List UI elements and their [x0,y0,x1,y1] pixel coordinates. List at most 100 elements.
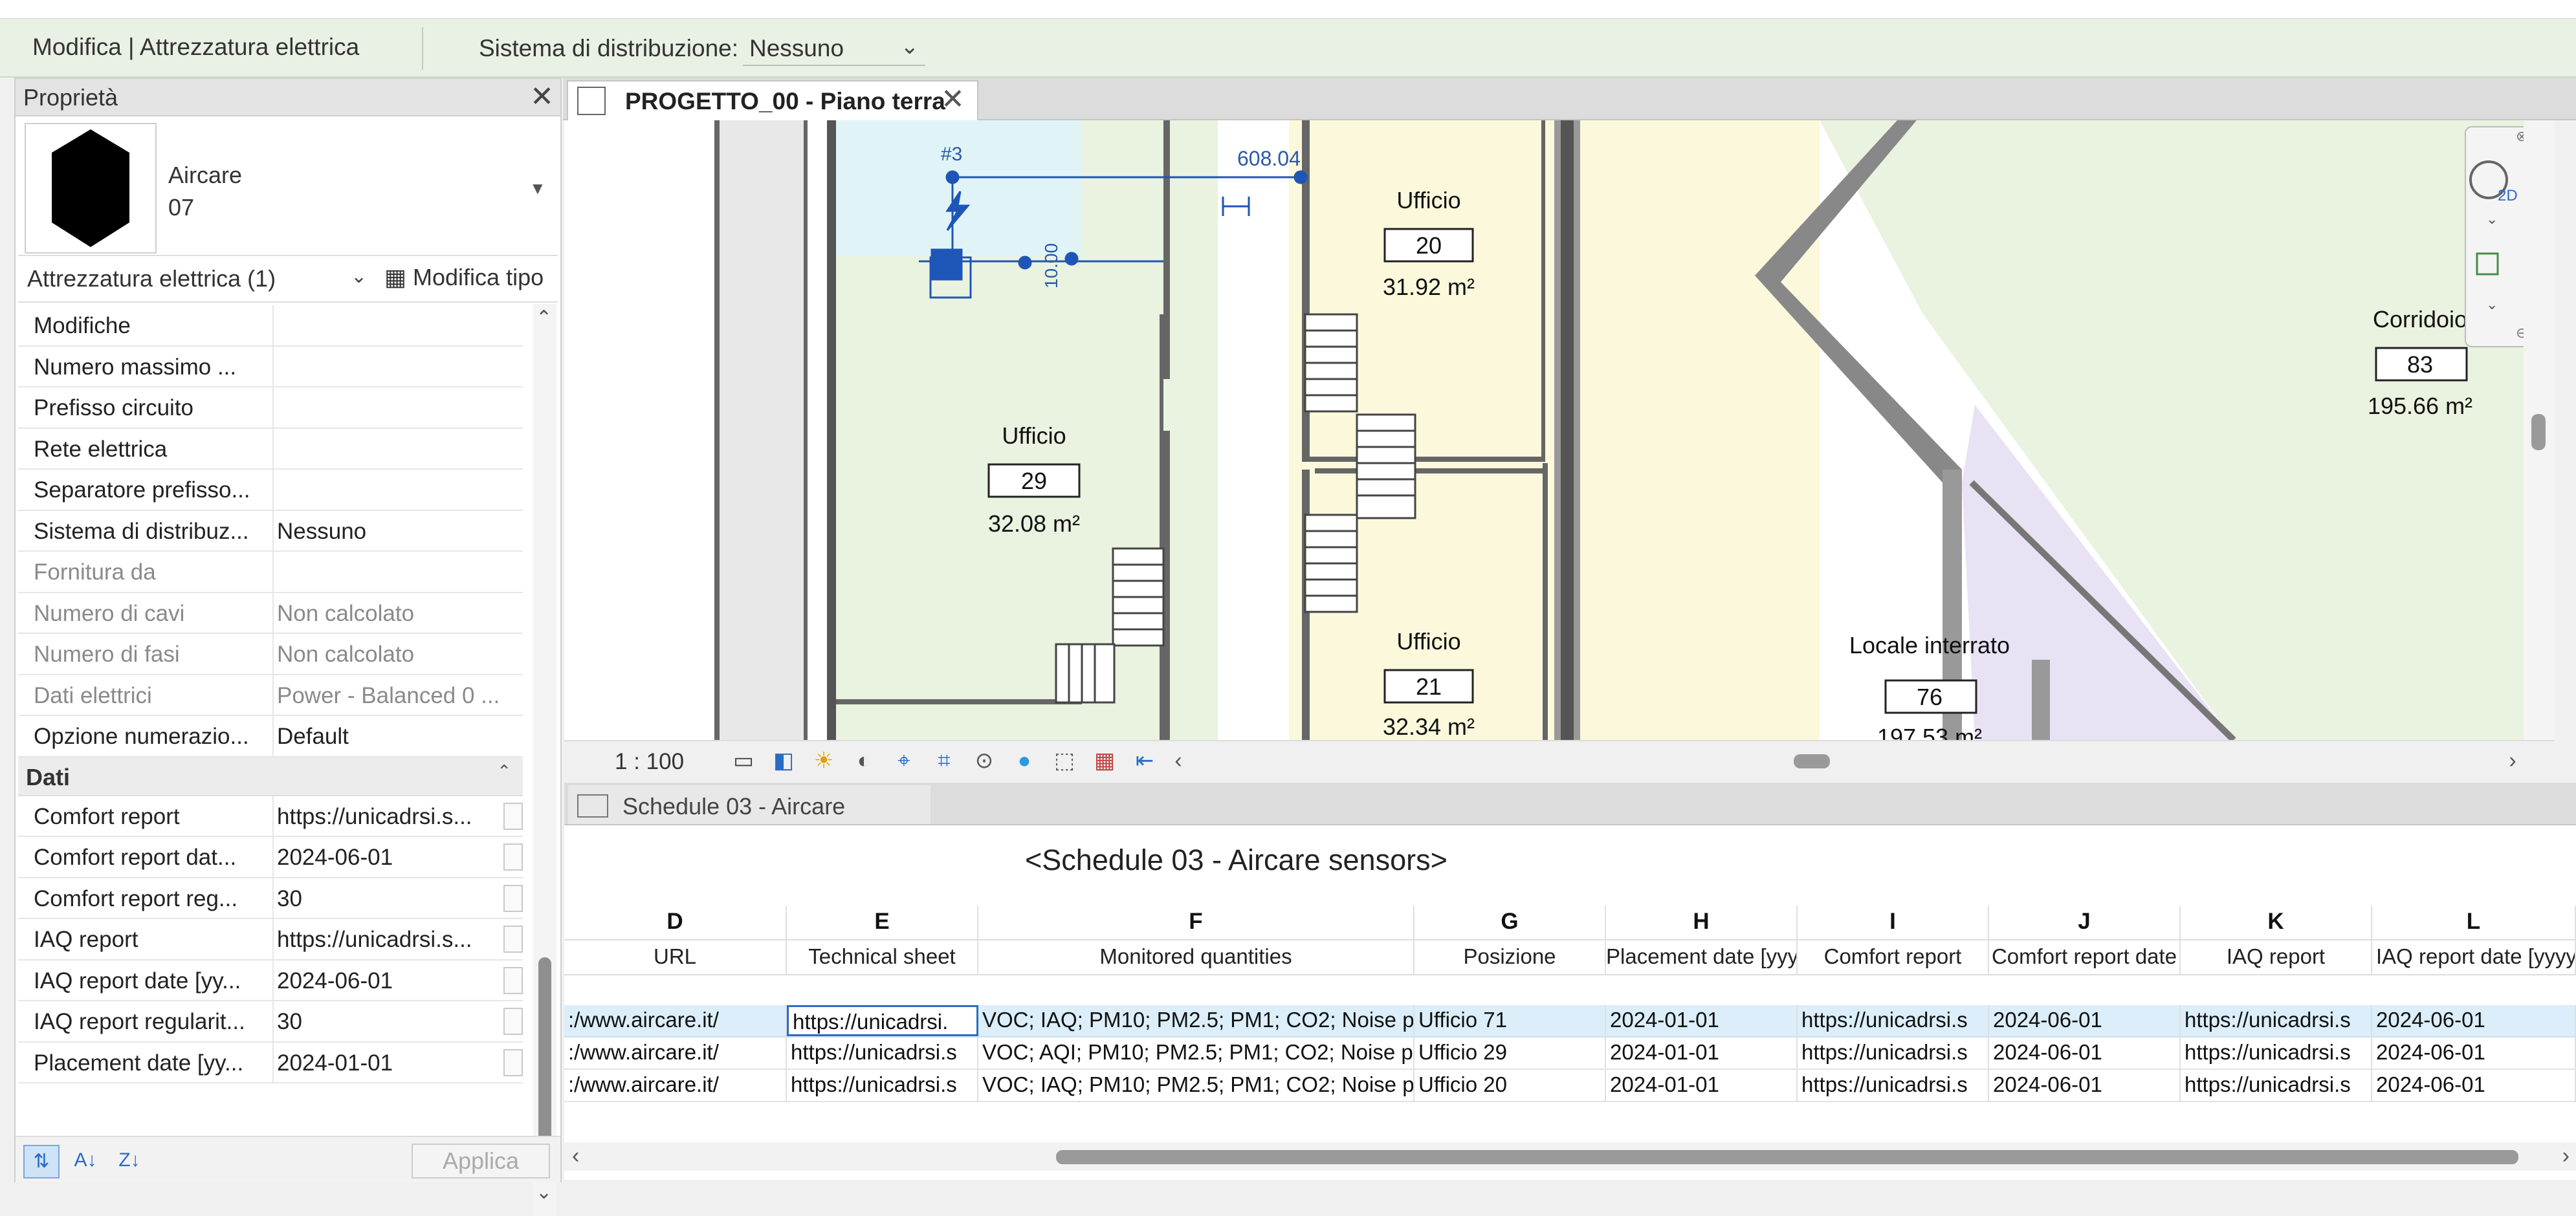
property-value[interactable]: Default [277,724,516,750]
property-row[interactable]: Opzione numerazio... Default [18,716,523,757]
table-cell[interactable]: Ufficio 71 [1415,1005,1606,1036]
sort-by-category-icon[interactable]: ⇅ [23,1145,60,1178]
column-letter[interactable]: F [978,906,1415,939]
section-dati[interactable]: Dati ⌃ [18,757,523,796]
table-cell-selected[interactable]: https://unicadrsi. [787,1005,978,1036]
column-header[interactable]: URL [564,940,787,974]
property-value[interactable]: 30 [277,886,497,912]
tab-floor-plan[interactable]: PROGETTO_00 - Piano terra ✕ [567,80,978,120]
view-scale[interactable]: 1 : 100 [615,749,684,775]
table-cell[interactable]: 2024-06-01 [2372,1005,2576,1036]
property-row[interactable]: Placement date [yy... 2024-01-01 [18,1042,523,1083]
property-value[interactable]: 2024-06-01 [277,968,497,994]
collapse-icon[interactable]: ⌃ [497,761,511,781]
schedule-horizontal-scrollbar[interactable]: ‹ › [564,1142,2576,1171]
table-cell[interactable]: https://unicadrsi.s [1798,1070,1989,1101]
sort-descending-icon[interactable]: Z↓ [113,1145,146,1176]
table-cell[interactable]: VOC; AQI; PM10; PM2.5; PM1; CO2; Noise p… [978,1037,1415,1069]
scroll-thumb[interactable] [1794,754,1830,768]
distribution-system-select[interactable]: Nessuno ⌄ [743,31,925,66]
close-icon[interactable]: ✕ [941,83,965,116]
property-row[interactable]: IAQ report https://unicadrsi.s... [18,919,523,961]
column-letter[interactable]: H [1606,906,1798,939]
table-cell[interactable]: Ufficio 29 [1415,1037,1606,1069]
column-header[interactable]: IAQ report date [yyyy [2372,940,2576,974]
chevron-down-icon[interactable]: ⌄ [351,265,367,288]
parameter-checkbox[interactable] [503,966,523,994]
table-cell[interactable]: Ufficio 20 [1415,1070,1606,1101]
column-letter[interactable]: G [1415,906,1606,939]
sun-path-icon[interactable]: ☀ [810,748,837,774]
table-row[interactable]: :/www.aircare.it/ https://unicadrsi.s VO… [564,1070,2576,1102]
table-cell[interactable]: https://unicadrsi.s [2181,1037,2372,1069]
property-row[interactable]: IAQ report date [yy... 2024-06-01 [18,960,523,1001]
column-letter[interactable]: K [2181,906,2372,939]
table-cell[interactable]: 2024-06-01 [2372,1037,2576,1069]
close-icon[interactable]: ✕ [530,80,554,113]
property-row[interactable]: Sistema di distribuz... Nessuno [18,510,523,552]
parameter-checkbox[interactable] [503,843,523,871]
properties-scrollbar[interactable]: ⌃ ⌄ [533,304,556,1216]
table-cell[interactable]: 2024-06-01 [1989,1005,2181,1036]
scroll-right-icon[interactable]: › [2562,1144,2570,1169]
parameter-checkbox[interactable] [503,926,523,953]
shadows-icon[interactable]: ◐ [850,748,877,774]
navigation-bar[interactable]: 2D ⌄ ⌄ ⊗ ⊖ [2465,126,2531,347]
type-selector[interactable]: Aircare 07 ▼ [18,120,558,256]
property-row[interactable]: Rete elettrica [18,428,523,470]
table-cell[interactable]: https://unicadrsi.s [1798,1037,1989,1069]
visual-style-icon[interactable]: ◧ [770,748,797,774]
property-value[interactable]: https://unicadrsi.s... [277,804,497,830]
property-row[interactable]: Prefisso circuito [18,387,523,429]
floor-plan-canvas[interactable]: #3 608.04 10.00 Ufficio 20 31.92 m² Uffi… [564,120,2555,740]
edit-type-button[interactable]: ▦ Modifica tipo [384,264,544,291]
table-cell[interactable]: VOC; IAQ; PM10; PM2.5; PM1; CO2; Noise p… [978,1005,1415,1036]
column-header[interactable]: Monitored quantities [978,940,1415,974]
dropdown-arrow-icon[interactable]: ▼ [529,179,546,199]
sort-ascending-icon[interactable]: A↓ [69,1145,102,1176]
table-row[interactable]: :/www.aircare.it/ https://unicadrsi.s VO… [564,1037,2576,1070]
reveal-hidden-icon[interactable]: ● [1011,748,1038,774]
column-header[interactable]: Comfort report [1798,940,1989,974]
property-value[interactable]: 2024-01-01 [277,1050,497,1076]
table-cell[interactable]: 2024-06-01 [1989,1070,2181,1101]
scroll-left-icon[interactable]: ‹ [1165,748,1192,774]
crop-view-icon[interactable]: ⌖ [890,748,918,774]
tab-schedule[interactable]: Schedule 03 - Aircare sensors [568,785,930,847]
table-row[interactable]: :/www.aircare.it/ https://unicadrsi. VOC… [564,1005,2576,1037]
detail-level-icon[interactable]: ▭ [730,748,757,774]
parameter-checkbox[interactable] [503,1048,523,1076]
worksharing-icon[interactable]: ⬚ [1051,748,1078,774]
column-letter[interactable]: D [564,906,787,939]
property-row[interactable]: Modifiche [18,305,523,347]
view-horizontal-scrollbar[interactable] [1289,748,2551,774]
table-cell[interactable]: :/www.aircare.it/ [564,1037,787,1069]
property-row[interactable]: Numero massimo ... [18,346,523,387]
chevron-down-icon[interactable]: ⌄ [901,34,919,60]
scroll-right-icon[interactable]: › [2499,748,2526,774]
constraints-icon[interactable]: ⇤ [1131,748,1158,774]
table-cell[interactable]: https://unicadrsi.s [787,1037,978,1069]
property-value[interactable]: https://unicadrsi.s... [277,927,497,953]
parameter-checkbox[interactable] [503,1008,523,1035]
property-row[interactable]: Separatore prefisso... [18,470,523,511]
column-header[interactable]: Technical sheet [787,940,978,974]
column-header[interactable]: Comfort report date [1989,940,2181,974]
table-cell[interactable]: 2024-06-01 [1989,1037,2181,1069]
scroll-thumb[interactable] [1056,1150,2518,1164]
parameter-checkbox[interactable] [503,884,523,912]
column-letter[interactable]: J [1989,906,2181,939]
show-crop-region-icon[interactable]: ⌗ [930,748,958,774]
table-cell[interactable]: :/www.aircare.it/ [564,1070,787,1101]
column-letter[interactable]: L [2372,906,2576,939]
property-value[interactable]: 2024-06-01 [277,845,497,871]
analytical-model-icon[interactable]: ▦ [1091,748,1118,774]
table-cell[interactable]: https://unicadrsi.s [1798,1005,1989,1036]
column-header[interactable]: Placement date [yyy [1606,940,1798,974]
table-cell[interactable]: https://unicadrsi.s [787,1070,978,1101]
property-row[interactable]: IAQ report regularit... 30 [18,1001,523,1043]
scroll-thumb[interactable] [2531,414,2546,450]
scroll-left-icon[interactable]: ‹ [572,1144,579,1169]
column-letter[interactable]: I [1798,906,1989,939]
column-header[interactable]: IAQ report [2181,940,2372,974]
